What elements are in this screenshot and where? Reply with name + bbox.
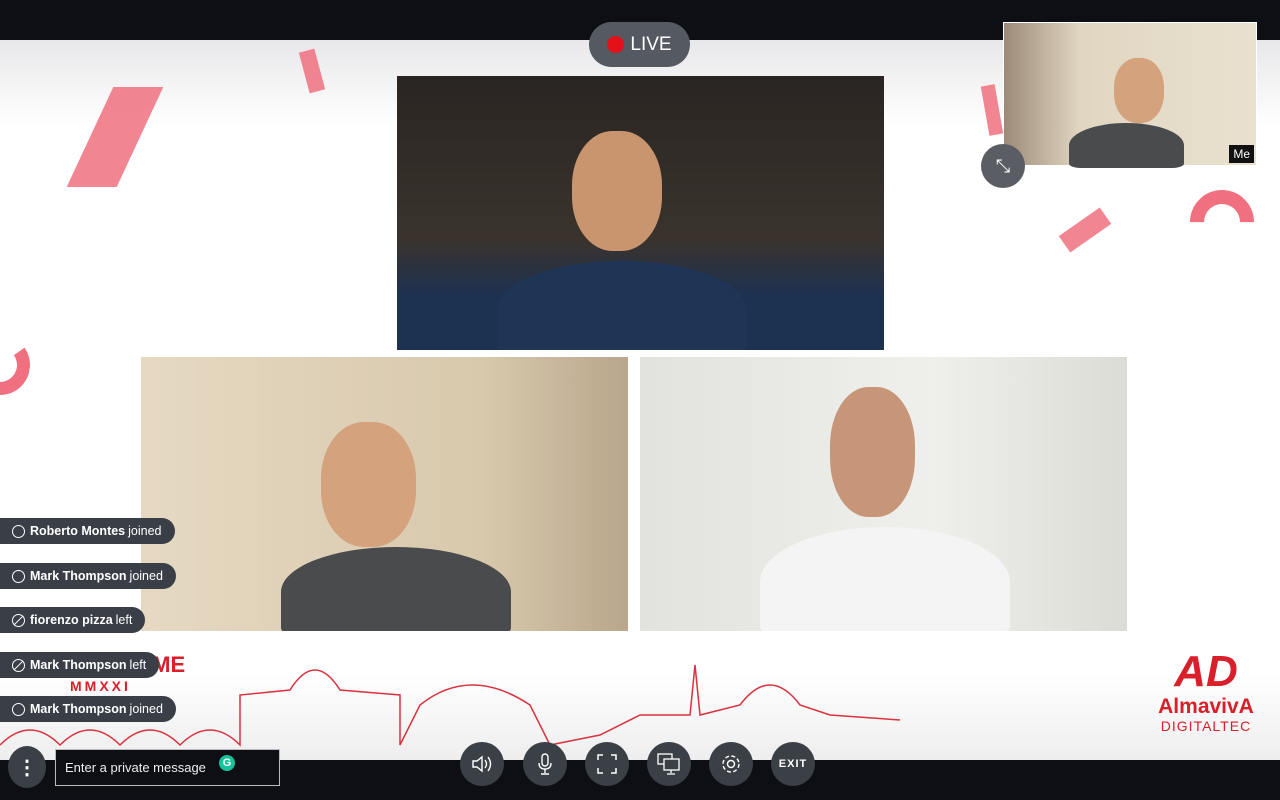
self-view-label: Me [1229,145,1254,163]
video-tile-participant[interactable] [397,76,884,350]
notification-name: Mark Thompson [30,569,127,583]
brand-mark: AD [1174,647,1238,696]
decoration [1058,207,1112,253]
settings-button[interactable] [709,742,753,786]
notification: Mark Thompson joined [0,563,176,589]
volume-button[interactable] [460,742,504,786]
notification-name: fiorenzo pizza [30,613,113,627]
notification-name: Mark Thompson [30,658,127,672]
notification: Mark Thompson left [0,652,160,678]
circle-icon [12,569,25,583]
exit-button[interactable]: EXIT [771,742,815,786]
live-dot-icon [607,36,625,53]
notification-name: Mark Thompson [30,702,127,716]
notification: Mark Thompson joined [0,696,176,722]
circle-icon [12,702,25,716]
decoration [298,48,326,94]
slash-circle-icon [12,613,25,627]
private-message-input[interactable] [55,749,280,786]
event-logo-year: MMXXI [70,678,131,694]
live-indicator: LIVE [589,22,690,67]
screen-share-icon [657,753,680,775]
brand-logo: AD AlmavivA DIGITALTEC [1146,647,1266,735]
shrink-icon[interactable]: ⤡ [981,144,1025,188]
participant-video [760,527,1010,631]
notification-name: Roberto Montes [30,524,126,538]
notification-action: joined [128,524,162,538]
participant-video [497,261,747,350]
self-view-video[interactable]: Me [1003,22,1257,168]
notification-action: joined [129,569,163,583]
live-label: LIVE [630,33,672,55]
notification: Roberto Montes joined [0,518,175,544]
microphone-button[interactable] [523,742,567,786]
video-tile-participant[interactable] [141,357,628,631]
decoration [0,330,35,400]
microphone-icon [538,753,552,775]
notification-action: left [129,658,147,672]
slash-circle-icon [12,658,25,672]
more-options-button[interactable]: ⋮ [8,746,46,788]
fullscreen-icon [597,754,617,774]
participant-video [321,422,416,547]
settings-icon [722,755,740,773]
volume-icon [472,755,492,773]
notification-action: joined [129,702,163,716]
participant-video [572,131,662,251]
self-video [1114,58,1164,123]
decoration [1176,176,1268,268]
participant-video [281,547,511,631]
notification-action: left [115,613,133,627]
notification: fiorenzo pizza left [0,607,146,633]
screen-share-button[interactable] [647,742,691,786]
decoration [980,84,1004,136]
brand-subtitle: DIGITALTEC [1160,718,1252,734]
grammarly-icon[interactable]: G [219,755,235,771]
decoration [66,87,164,187]
video-tile-participant[interactable] [640,357,1127,631]
self-video [1069,123,1184,168]
fullscreen-button[interactable] [585,742,629,786]
brand-name: AlmavivA [1158,695,1254,718]
participant-video [830,387,915,517]
circle-icon [12,524,25,538]
